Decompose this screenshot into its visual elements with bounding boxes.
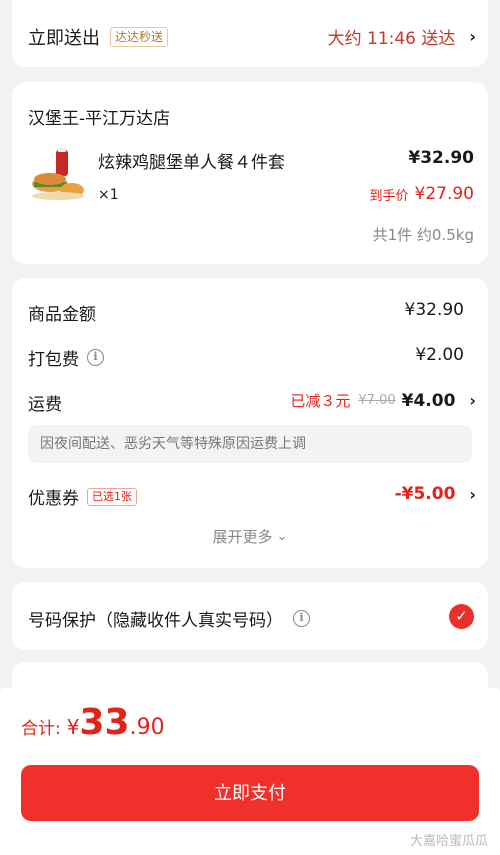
delivery-title: 立即送出	[28, 28, 100, 49]
info-icon[interactable]: i	[293, 610, 310, 627]
final-price: ¥27.90	[414, 184, 474, 204]
delivery-tag: 达达秒送	[110, 27, 169, 47]
check-icon: ✓	[455, 607, 468, 625]
privacy-label: 号码保护（隐藏收件人真实号码）	[28, 611, 283, 631]
store-name[interactable]: 汉堡王-平江万达店	[28, 104, 170, 129]
coupon-value: -¥5.00	[394, 484, 456, 504]
info-icon[interactable]: i	[87, 349, 104, 366]
shipping-notice: 因夜间配送、恶劣天气等特殊原因运费上调	[28, 425, 472, 463]
shipping-discount: 已减３元	[290, 392, 351, 410]
shipping-original-price: ¥7.00	[358, 393, 396, 408]
expand-more-label: 展开更多	[212, 528, 273, 546]
shipping-fee-value: ¥4.00	[401, 390, 456, 411]
item-quantity: ×1	[98, 187, 119, 203]
order-card: 汉堡王-平江万达店 炫辣鸡腿堡单人餐４件套 ¥32.90 ×1 到手价 ¥27.…	[12, 82, 488, 264]
packing-fee-label: 打包费	[28, 350, 79, 370]
chevron-right-icon[interactable]: ›	[469, 485, 476, 504]
pay-now-button[interactable]: 立即支付	[21, 765, 479, 821]
watermark: 大嘉哈蜜瓜瓜	[410, 830, 488, 849]
watermark-text: 大嘉哈蜜瓜瓜	[409, 834, 488, 849]
item-name: 炫辣鸡腿堡单人餐４件套	[98, 153, 285, 173]
goods-amount-label: 商品金额	[28, 305, 96, 325]
coupon-selected-tag: 已选1张	[87, 487, 137, 506]
goods-amount-value: ¥32.90	[404, 300, 464, 320]
delivery-card[interactable]: 立即送出 达达秒送 大约 11:46 送达 ›	[12, 0, 488, 67]
shipping-fee-label: 运费	[28, 395, 62, 415]
coupon-row[interactable]: 优惠券 已选1张	[28, 484, 137, 509]
delivery-eta: 大约 11:46 送达	[327, 29, 456, 49]
chevron-right-icon[interactable]: ›	[469, 391, 476, 410]
chevron-right-icon: ›	[469, 27, 476, 46]
shipping-row[interactable]: 运费	[28, 390, 62, 415]
privacy-checkbox[interactable]: ✓	[449, 604, 474, 629]
product-image-icon	[32, 148, 84, 200]
product-thumbnail[interactable]	[28, 146, 88, 204]
chevron-down-icon: ⌄	[276, 529, 288, 544]
packing-fee-value: ¥2.00	[415, 345, 464, 365]
expand-more[interactable]: 展开更多 ⌄	[12, 526, 488, 547]
item-price: ¥32.90	[408, 148, 474, 168]
total-integer: 33	[79, 702, 130, 743]
order-summary: 共1件 约0.5kg	[372, 226, 474, 244]
total-label: 合计:	[21, 719, 61, 739]
fee-card: 商品金额 ¥32.90 打包费 i ¥2.00 运费 已减３元 ¥7.00 ¥4…	[12, 278, 488, 568]
final-price-label: 到手价	[369, 188, 409, 204]
privacy-card: 号码保护（隐藏收件人真实号码） i ✓	[12, 582, 488, 650]
total-decimal: .90	[129, 715, 165, 740]
total-currency: ¥	[66, 715, 80, 739]
coupon-label: 优惠券	[28, 489, 79, 509]
